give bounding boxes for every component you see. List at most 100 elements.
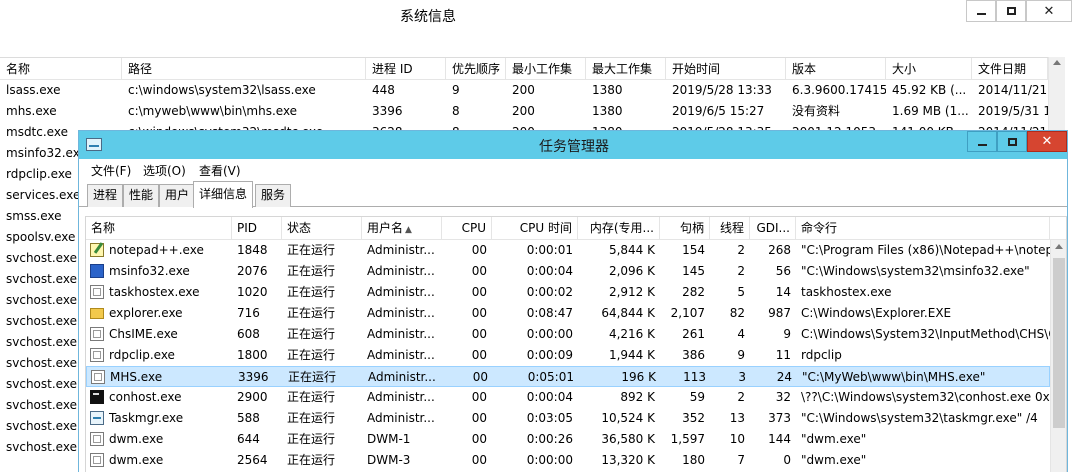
cell-pid: 2076	[237, 264, 268, 278]
cell-name: MHS.exe	[110, 370, 163, 384]
column-header[interactable]: 路径	[122, 58, 366, 80]
header-name[interactable]: 名称	[86, 217, 232, 240]
cell-handles: 59	[689, 390, 705, 404]
scrollbar-thumb[interactable]	[1053, 258, 1065, 428]
column-header[interactable]: 最小工作集	[506, 58, 586, 80]
table-row[interactable]: notepad++.exe 1848 正在运行 Administr... 00 0:00:…	[86, 240, 1050, 261]
cell-gdi: 24	[776, 370, 792, 384]
list-item[interactable]: mhs.exe c:\myweb\www\bin\mhs.exe 3396 8 200 1…	[0, 101, 1048, 122]
cell-pid: 608	[237, 327, 260, 341]
column-header[interactable]: 文件日期	[972, 58, 1048, 80]
column-header[interactable]: 名称	[0, 58, 122, 80]
tab-details[interactable]: 详细信息	[193, 181, 254, 208]
table-row[interactable]: conhost.exe 2900 正在运行 Administr... 00 0:00:04…	[86, 387, 1050, 408]
column-header[interactable]: 开始时间	[666, 58, 786, 80]
close-icon: ✕	[1043, 3, 1055, 19]
tab-services[interactable]: 服务	[255, 184, 292, 207]
header-command-line[interactable]: 命令行	[796, 217, 1050, 240]
table-row[interactable]: dwm.exe 2564 正在运行 DWM-3 00 0:00:00 13,320 K 180…	[86, 450, 1050, 471]
table-row[interactable]: dwm.exe 644 正在运行 DWM-1 00 0:00:26 36,580 K 1,59…	[86, 429, 1050, 450]
menu-options[interactable]: 选项(O)	[143, 162, 186, 179]
cell-threads: 3	[738, 370, 746, 384]
cell-status: 正在运行	[287, 390, 336, 404]
cell-handles: 154	[682, 243, 705, 257]
task-manager-close-button[interactable]: ✕	[1027, 131, 1067, 152]
header-gdi[interactable]: GDI...	[750, 217, 796, 240]
tab-performance[interactable]: 性能	[123, 184, 160, 207]
cell-handles: 145	[682, 264, 705, 278]
column-header[interactable]: 版本	[786, 58, 886, 80]
table-row[interactable]: explorer.exe 716 正在运行 Administr... 00 0:08:47…	[86, 303, 1050, 324]
cell-memory: 2,912 K	[608, 285, 655, 299]
column-header[interactable]: 优先顺序	[446, 58, 506, 80]
list-cell: 8	[452, 104, 460, 118]
cell-memory: 892 K	[620, 390, 655, 404]
table-row[interactable]: MHS.exe 3396 正在运行 Administr... 00 0:05:01 196 …	[86, 366, 1050, 387]
cell-status: 正在运行	[288, 370, 337, 384]
table-row[interactable]: ChsIME.exe 608 正在运行 Administr... 00 0:00:00 4,…	[86, 324, 1050, 345]
column-header[interactable]: 进程 ID	[366, 58, 446, 80]
cell-memory: 10,524 K	[601, 411, 655, 425]
header-username[interactable]: 用户名 ▲	[362, 217, 442, 240]
tab-processes[interactable]: 进程	[87, 184, 124, 207]
minimize-icon	[977, 143, 987, 146]
cell-pid: 3396	[238, 370, 269, 384]
system-info-minimize-button[interactable]	[966, 0, 996, 22]
cell-name: Taskmgr.exe	[109, 411, 184, 425]
explorer-folder-icon	[90, 308, 104, 319]
tab-users[interactable]: 用户	[159, 184, 196, 207]
cell-memory: 1,944 K	[608, 348, 655, 362]
table-row[interactable]: Taskmgr.exe 588 正在运行 Administr... 00 0:03:05 1…	[86, 408, 1050, 429]
menu-bar: 文件(F) 选项(O) 查看(V)	[79, 159, 1067, 181]
column-header[interactable]: 最大工作集	[586, 58, 666, 80]
details-scrollbar[interactable]	[1050, 240, 1066, 472]
header-cpu[interactable]: CPU	[442, 217, 492, 240]
table-row[interactable]: taskhostex.exe 1020 正在运行 Administr... 00 0:00…	[86, 282, 1050, 303]
cell-gdi: 373	[768, 411, 791, 425]
list-cell: 2014/11/21	[978, 83, 1048, 97]
list-cell: 3396	[372, 104, 403, 118]
list-cell: 200	[512, 83, 535, 97]
header-label: 句柄	[679, 221, 704, 235]
cell-cpu-time: 0:00:00	[526, 327, 573, 341]
table-header: 名称 PID 状态 用户名 ▲ CPU CPU 时间 内存(专用... 句柄 线程 GDI... 命令…	[86, 217, 1066, 240]
system-info-close-button[interactable]: ✕	[1026, 0, 1072, 22]
cell-handles: 386	[682, 348, 705, 362]
list-cell: c:\windows\system32\lsass.exe	[128, 83, 316, 97]
system-info-titlebar[interactable]: 系统信息 ✕	[0, 0, 1076, 32]
header-cpu-time[interactable]: CPU 时间	[492, 217, 578, 240]
cell-gdi: 268	[768, 243, 791, 257]
header-status[interactable]: 状态	[282, 217, 362, 240]
list-cell: 6.3.9600.17415	[792, 83, 886, 97]
header-pid[interactable]: PID	[232, 217, 282, 240]
list-cell: 2019/6/5 15:27	[672, 104, 765, 118]
header-label: PID	[237, 221, 258, 235]
task-manager-minimize-button[interactable]	[967, 131, 997, 152]
system-info-maximize-button[interactable]	[996, 0, 1026, 22]
list-cell: 1380	[592, 104, 623, 118]
header-handles[interactable]: 句柄	[660, 217, 710, 240]
cell-memory: 36,580 K	[601, 432, 655, 446]
menu-view[interactable]: 查看(V)	[199, 162, 241, 179]
scroll-up-icon[interactable]	[1053, 60, 1061, 65]
table-row[interactable]: msinfo32.exe 2076 正在运行 Administr... 00 0:00:0…	[86, 261, 1050, 282]
header-label: 用户名	[367, 221, 404, 235]
cell-handles: 1,597	[670, 432, 705, 446]
cell-cpu: 00	[472, 370, 488, 384]
task-manager-titlebar[interactable]: 任务管理器 ✕	[79, 131, 1067, 159]
cell-cmd: "C:\MyWeb\www\bin\MHS.exe"	[802, 370, 986, 384]
cell-handles: 261	[682, 327, 705, 341]
list-item[interactable]: lsass.exe c:\windows\system32\lsass.exe 44…	[0, 80, 1048, 101]
cell-threads: 2	[737, 390, 745, 404]
header-threads[interactable]: 线程	[710, 217, 750, 240]
column-header[interactable]: 大小	[886, 58, 972, 80]
close-icon: ✕	[1041, 134, 1053, 149]
scroll-up-icon[interactable]	[1055, 244, 1063, 249]
header-memory[interactable]: 内存(专用...	[578, 217, 660, 240]
cell-cpu: 00	[471, 432, 487, 446]
table-row[interactable]: rdpclip.exe 1800 正在运行 Administr... 00 0:00:09…	[86, 345, 1050, 366]
cell-threads: 7	[737, 453, 745, 467]
task-manager-maximize-button[interactable]	[997, 131, 1027, 152]
cell-user: Administr...	[368, 370, 436, 384]
menu-file[interactable]: 文件(F)	[91, 162, 131, 179]
